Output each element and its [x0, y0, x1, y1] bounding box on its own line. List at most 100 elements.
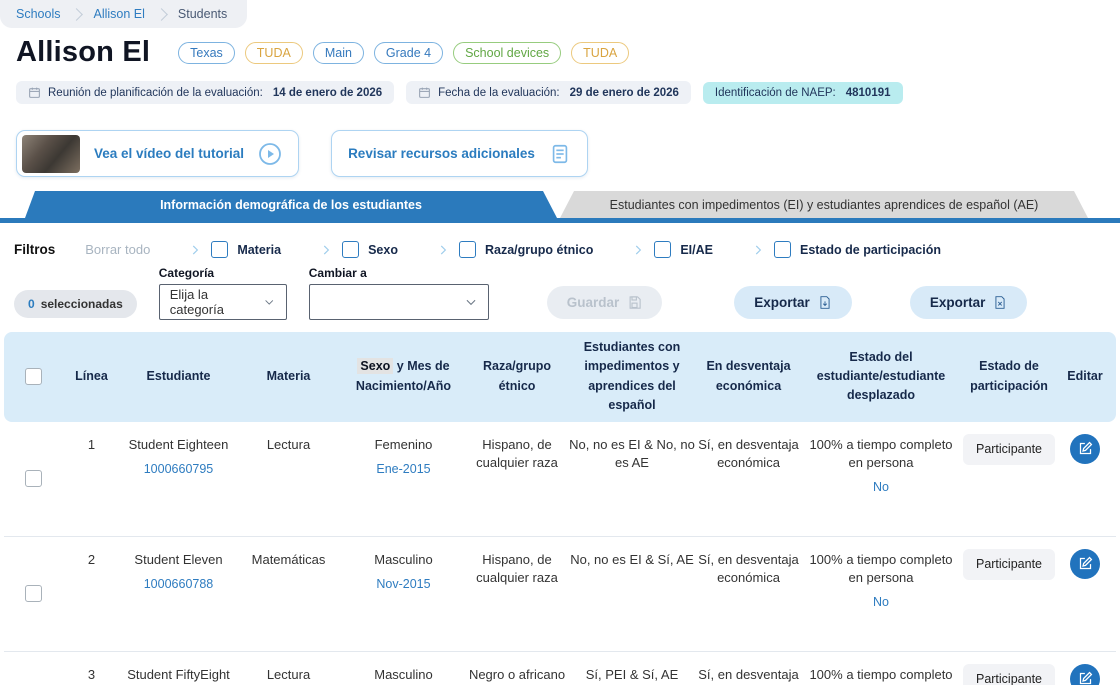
- header-line: Línea: [62, 361, 121, 392]
- filter-label-subject: Materia: [237, 243, 281, 257]
- filter-checkbox-ei-ae[interactable]: [654, 241, 671, 258]
- assessment-date-value: 29 de enero de 2026: [570, 87, 679, 99]
- student-cell: Student Eleven 1000660788: [121, 537, 236, 651]
- student-cell: Student FiftyEight 1000660835: [121, 652, 236, 685]
- chevron-down-icon: [263, 295, 275, 309]
- chevron-right-icon: [751, 243, 765, 257]
- calendar-icon: [418, 86, 431, 99]
- file-excel-icon: [993, 295, 1007, 310]
- status-cell: 100% a tiempo completo en persona: [801, 652, 961, 685]
- displaced-link[interactable]: No: [801, 594, 961, 612]
- gender-value: Masculino: [341, 551, 466, 569]
- save-button[interactable]: Guardar: [547, 286, 663, 319]
- participation-badge: Participante: [963, 664, 1055, 685]
- edit-student-button[interactable]: [1070, 549, 1100, 579]
- title-row: Allison El Texas TUDA Main Grade 4 Schoo…: [0, 28, 1120, 69]
- tab-sd-ell-students[interactable]: Estudiantes con impedimentos (EI) y estu…: [560, 191, 1088, 218]
- status-value: 100% a tiempo completo en persona: [801, 551, 961, 587]
- status-value: 100% a tiempo completo en persona: [801, 436, 961, 472]
- badge-school-devices: School devices: [453, 42, 561, 64]
- tutorial-video-label: Vea el vídeo del tutorial: [94, 146, 244, 161]
- subject-cell: Lectura: [236, 652, 341, 685]
- row-checkbox-cell: [4, 422, 62, 536]
- edit-student-button[interactable]: [1070, 664, 1100, 685]
- header-race: Raza/grupo étnico: [466, 351, 568, 402]
- chevron-right-icon: [631, 243, 645, 257]
- filter-item-sex: Sexo: [319, 241, 398, 258]
- sd-ell-cell: Sí, PEI & Sí, AE: [568, 652, 696, 685]
- filter-checkbox-race[interactable]: [459, 241, 476, 258]
- chevron-right-icon: [155, 8, 168, 21]
- race-cell: Negro o africano americano,: [466, 652, 568, 685]
- filter-label-sex: Sexo: [368, 243, 398, 257]
- header-sd-ell: Estudiantes con impedimentos y aprendice…: [568, 332, 696, 422]
- badge-main: Main: [313, 42, 364, 64]
- displaced-link[interactable]: No: [801, 479, 961, 497]
- breadcrumb-students[interactable]: Students: [178, 7, 227, 21]
- student-id-link[interactable]: 1000660795: [121, 461, 236, 479]
- filter-item-participation: Estado de participación: [751, 241, 941, 258]
- table-row: 3 Student FiftyEight 1000660835 Lectura …: [4, 652, 1116, 685]
- additional-resources-button[interactable]: Revisar recursos adicionales: [331, 130, 588, 177]
- category-select[interactable]: Elija la categoría: [159, 284, 287, 320]
- breadcrumb-schools[interactable]: Schools: [16, 7, 60, 21]
- calendar-icon: [28, 86, 41, 99]
- export-excel-button[interactable]: Exportar: [910, 286, 1028, 319]
- filter-label-race: Raza/grupo étnico: [485, 243, 593, 257]
- export-pdf-button[interactable]: Exportar: [734, 286, 852, 319]
- chevron-right-icon: [319, 243, 333, 257]
- header-econ: En desventaja económica: [696, 351, 801, 402]
- change-to-select[interactable]: [309, 284, 489, 320]
- badge-grade-4: Grade 4: [374, 42, 443, 64]
- badge-tuda-2: TUDA: [571, 42, 629, 64]
- student-name: Student Eighteen: [121, 436, 236, 454]
- select-all-checkbox[interactable]: [25, 368, 42, 385]
- export-pdf-label: Exportar: [754, 295, 810, 310]
- selected-count-badge: 0seleccionadas: [14, 290, 137, 318]
- filter-checkbox-subject[interactable]: [211, 241, 228, 258]
- assessment-date-chip: Fecha de la evaluación: 29 de enero de 2…: [406, 81, 691, 104]
- status-cell: 100% a tiempo completo en persona No: [801, 422, 961, 536]
- row-checkbox[interactable]: [25, 470, 42, 487]
- status-cell: 100% a tiempo completo en persona No: [801, 537, 961, 651]
- gender-value: Masculino: [341, 666, 466, 684]
- filter-checkbox-sex[interactable]: [342, 241, 359, 258]
- filter-item-ei-ae: EI/AE: [631, 241, 713, 258]
- badge-tuda-1: TUDA: [245, 42, 303, 64]
- header-sex-birth: Sexo y Mes de Nacimiento/Año: [341, 351, 466, 402]
- breadcrumb-allison-el[interactable]: Allison El: [93, 7, 144, 21]
- race-cell: Hispano, de cualquier raza: [466, 537, 568, 651]
- tutorial-video-button[interactable]: Vea el vídeo del tutorial: [16, 130, 299, 177]
- filters-row: Filtros Borrar todo Materia Sexo Raza/gr…: [0, 223, 1120, 258]
- clear-all-filters-link[interactable]: Borrar todo: [85, 242, 150, 257]
- birth-date-link[interactable]: Ene-2015: [341, 461, 466, 479]
- action-button-row: Vea el vídeo del tutorial Revisar recurs…: [0, 104, 1120, 177]
- edit-student-button[interactable]: [1070, 434, 1100, 464]
- participation-cell: Participante: [961, 537, 1057, 651]
- breadcrumb: Schools Allison El Students: [0, 0, 247, 28]
- gender-value: Femenino: [341, 436, 466, 454]
- category-select-value: Elija la categoría: [170, 287, 256, 317]
- header-select-all-cell: [4, 362, 62, 391]
- filter-checkbox-participation[interactable]: [774, 241, 791, 258]
- chevron-right-icon: [436, 243, 450, 257]
- chevron-right-icon: [71, 8, 84, 21]
- badge-texas: Texas: [178, 42, 235, 64]
- edit-pencil-icon: [1078, 671, 1093, 685]
- tab-student-demographics[interactable]: Información demográfica de los estudiant…: [25, 191, 557, 218]
- birth-date-link[interactable]: Nov-2015: [341, 576, 466, 594]
- subject-cell: Matemáticas: [236, 537, 341, 651]
- sex-birth-cell: Femenino Ene-2015: [341, 422, 466, 536]
- sd-ell-cell: No, no es EI & Sí, AE: [568, 537, 696, 651]
- race-cell: Hispano, de cualquier raza: [466, 422, 568, 536]
- header-student-status: Estado del estudiante/estudiante desplaz…: [801, 342, 961, 412]
- sd-ell-cell: No, no es EI & No, no es AE: [568, 422, 696, 536]
- row-checkbox-cell: [4, 537, 62, 651]
- table-row: 2 Student Eleven 1000660788 Matemáticas …: [4, 537, 1116, 652]
- student-name: Student FiftyEight: [121, 666, 236, 684]
- header-edit: Editar: [1057, 361, 1113, 392]
- row-checkbox[interactable]: [25, 585, 42, 602]
- student-id-link[interactable]: 1000660788: [121, 576, 236, 594]
- header-student: Estudiante: [121, 361, 236, 392]
- chevron-right-icon: [188, 243, 202, 257]
